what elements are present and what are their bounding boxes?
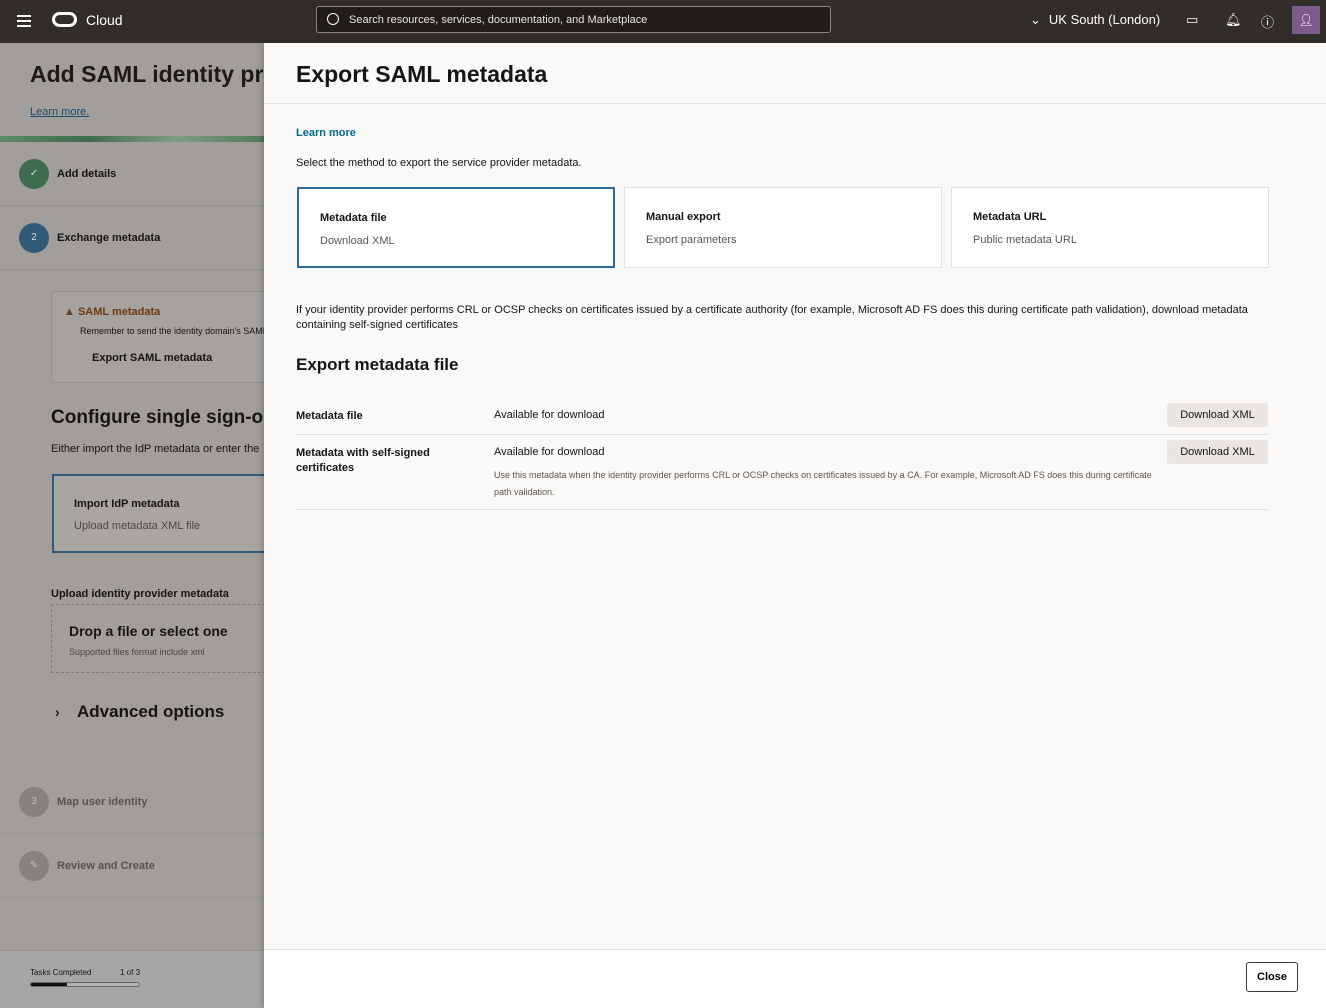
step-map-user-identity[interactable]: 3 Map user identity bbox=[0, 771, 264, 834]
region-label: UK South (London) bbox=[1048, 12, 1161, 27]
section-title: Export metadata file bbox=[296, 355, 459, 374]
background-page: Add SAML identity provider Learn more. ✓… bbox=[0, 43, 264, 1008]
section-description: Either import the IdP metadata or enter … bbox=[51, 443, 260, 455]
row-description: Use this metadata when the identity prov… bbox=[494, 470, 1152, 497]
download-xml-button[interactable]: Download XML bbox=[1167, 403, 1268, 427]
info-text: If your identity provider performs CRL o… bbox=[296, 304, 1248, 331]
card-title: Metadata URL bbox=[973, 211, 1047, 223]
oracle-logo[interactable] bbox=[52, 12, 77, 27]
step-label: Review and Create bbox=[57, 860, 155, 872]
notice-title: SAML metadata bbox=[77, 306, 161, 318]
card-sub: Download XML bbox=[320, 235, 395, 247]
card-sub: Export parameters bbox=[646, 234, 737, 246]
manual-export-card[interactable]: Manual export Export parameters bbox=[624, 187, 942, 268]
row-value: Available for download bbox=[494, 446, 605, 458]
search-input[interactable]: Search resources, services, documentatio… bbox=[316, 6, 831, 33]
step-label: Add details bbox=[57, 168, 117, 180]
panel-footer: Close bbox=[264, 949, 1326, 1008]
metadata-file-card[interactable]: Metadata file Download XML bbox=[297, 187, 615, 268]
section-title: Configure single sign-on bbox=[51, 407, 264, 428]
drop-title: Drop a file or select one bbox=[69, 623, 228, 639]
saml-metadata-notice: ▲ SAML metadata Remember to send the ide… bbox=[51, 291, 264, 383]
tasks-label: Tasks Completed bbox=[30, 968, 92, 977]
warning-icon: ▲ bbox=[64, 306, 78, 318]
search-placeholder: Search resources, services, documentatio… bbox=[349, 13, 648, 26]
row-key: Metadata with self-signed certificates bbox=[296, 447, 430, 474]
row-value: Available for download bbox=[494, 409, 605, 421]
table-row: Metadata file Available for download Dow… bbox=[296, 398, 1268, 435]
help-icon[interactable]: ⓘ bbox=[1261, 12, 1274, 31]
brand-name[interactable]: Cloud bbox=[86, 12, 123, 28]
region-selector[interactable]: ⌄ UK South (London) bbox=[1030, 12, 1160, 28]
top-bar: Cloud Search resources, services, docume… bbox=[0, 0, 1326, 43]
card-sub: Public metadata URL bbox=[973, 234, 1077, 246]
upload-label: Upload identity provider metadata bbox=[51, 588, 229, 600]
close-button[interactable]: Close bbox=[1246, 962, 1298, 992]
pencil-icon: ✎ bbox=[19, 851, 49, 881]
bell-icon[interactable]: 🔔︎ bbox=[1225, 12, 1242, 28]
step-label: Map user identity bbox=[57, 796, 148, 808]
card-title: Manual export bbox=[646, 211, 721, 223]
card-title: Metadata file bbox=[320, 212, 387, 224]
chevron-right-icon: › bbox=[55, 704, 60, 720]
chevron-down-icon: ⌄ bbox=[1030, 12, 1041, 27]
card-title: Import IdP metadata bbox=[74, 498, 180, 510]
decorative-band bbox=[0, 136, 264, 142]
metadata-url-card[interactable]: Metadata URL Public metadata URL bbox=[951, 187, 1269, 268]
progress-fill bbox=[31, 983, 67, 986]
step-exchange-metadata[interactable]: 2 Exchange metadata bbox=[0, 207, 264, 270]
tasks-count: 1 of 3 bbox=[120, 968, 141, 977]
advanced-options-toggle[interactable]: › Advanced options bbox=[55, 702, 224, 722]
step-review-create[interactable]: ✎ Review and Create bbox=[0, 835, 264, 898]
metadata-table: Metadata file Available for download Dow… bbox=[296, 398, 1268, 510]
step-number: 3 bbox=[19, 787, 49, 817]
export-saml-metadata-button[interactable]: Export SAML metadata bbox=[92, 352, 212, 364]
download-xml-self-signed-button[interactable]: Download XML bbox=[1167, 440, 1268, 464]
import-idp-card[interactable]: Import IdP metadata Upload metadata XML f… bbox=[52, 474, 264, 553]
cloud-shell-icon[interactable]: ▭ bbox=[1186, 12, 1198, 28]
check-icon: ✓ bbox=[19, 159, 49, 189]
tasks-footer: Tasks Completed 1 of 3 bbox=[0, 950, 264, 1008]
tasks-progress-bar bbox=[30, 982, 140, 987]
learn-more-link[interactable]: Learn more. bbox=[30, 106, 89, 118]
step-add-details[interactable]: ✓ Add details bbox=[0, 143, 264, 206]
card-sub: Upload metadata XML file bbox=[74, 520, 201, 532]
search-icon bbox=[327, 13, 339, 25]
advanced-label: Advanced options bbox=[77, 702, 225, 721]
user-icon[interactable]: 👤︎ bbox=[1292, 6, 1320, 34]
row-key: Metadata file bbox=[296, 410, 363, 422]
drop-sub: Supported files format include xml bbox=[69, 647, 205, 657]
step-label: Exchange metadata bbox=[57, 232, 161, 244]
page-title: Add SAML identity provider bbox=[30, 61, 264, 87]
export-saml-panel: Export SAML metadata Learn more Select t… bbox=[264, 43, 1326, 1008]
table-row: Metadata with self-signed certificates A… bbox=[296, 435, 1268, 510]
select-method-text: Select the method to export the service … bbox=[296, 157, 582, 169]
notice-body: Remember to send the identity domain's S… bbox=[80, 326, 264, 336]
menu-icon[interactable] bbox=[17, 15, 31, 27]
panel-title: Export SAML metadata bbox=[264, 43, 1326, 104]
step-number: 2 bbox=[19, 223, 49, 253]
learn-more-link[interactable]: Learn more bbox=[296, 127, 356, 139]
file-drop-zone[interactable]: Drop a file or select one Supported files… bbox=[51, 604, 264, 673]
